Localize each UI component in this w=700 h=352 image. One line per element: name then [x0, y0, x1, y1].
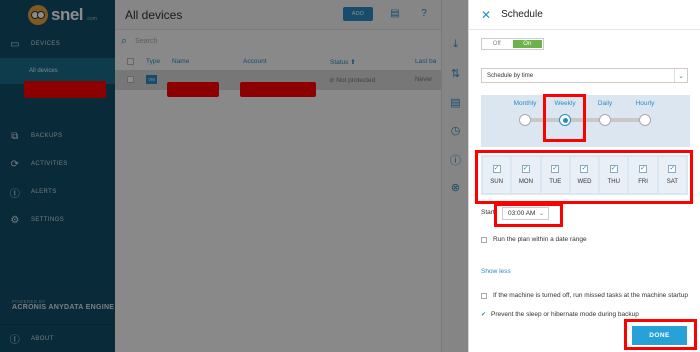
schedule-by-value: Schedule by time: [487, 72, 534, 79]
checkmark-icon[interactable]: ✔: [481, 311, 486, 318]
date-range-option[interactable]: Run the plan within a date range: [481, 236, 587, 243]
checkbox-checked-icon: [580, 164, 589, 173]
frequency-daily-label[interactable]: Daily: [598, 100, 612, 107]
day-label: FRI: [638, 179, 648, 185]
checkbox-checked-icon: [492, 164, 501, 173]
toggle-off[interactable]: Off: [482, 39, 512, 49]
checkbox-checked-icon: [609, 164, 618, 173]
checkbox-checked-icon: [551, 164, 560, 173]
schedule-by-select[interactable]: Schedule by time ⌄: [481, 68, 688, 83]
chevron-down-icon: ⌄: [538, 211, 544, 217]
day-label: WED: [577, 179, 592, 185]
frequency-hourly-label[interactable]: Hourly: [636, 100, 655, 107]
panel-header: ✕ Schedule: [469, 0, 700, 30]
frequency-monthly-radio[interactable]: [519, 114, 531, 126]
start-time-value: 03:00 AM: [508, 210, 536, 217]
frequency-weekly-radio[interactable]: [559, 114, 571, 126]
checkbox-checked-icon: [668, 164, 677, 173]
day-sat[interactable]: SAT: [658, 157, 686, 193]
schedule-toggle[interactable]: Off On: [481, 38, 544, 50]
toggle-on[interactable]: On: [512, 40, 542, 48]
frequency-track: [525, 118, 645, 122]
modal-overlay[interactable]: [0, 0, 468, 352]
date-range-label: Run the plan within a date range: [493, 236, 587, 243]
done-button[interactable]: DONE: [632, 326, 687, 345]
day-label: THU: [607, 179, 620, 185]
weekday-selector: SUN MON TUE WED THU FRI SAT: [481, 155, 688, 195]
frequency-selector: Monthly Weekly Daily Hourly: [481, 95, 690, 147]
frequency-daily-radio[interactable]: [599, 114, 611, 126]
day-wed[interactable]: WED: [570, 157, 599, 193]
panel-title: Schedule: [501, 9, 543, 20]
missed-tasks-label: If the machine is turned off, run missed…: [493, 292, 688, 299]
prevent-sleep-label: Prevent the sleep or hibernate mode duri…: [491, 311, 639, 318]
checkbox-checked-icon: [521, 164, 530, 173]
start-time-select[interactable]: 03:00 AM ⌄: [502, 207, 549, 220]
day-thu[interactable]: THU: [600, 157, 628, 193]
missed-tasks-checkbox[interactable]: [481, 293, 487, 299]
close-icon[interactable]: ✕: [481, 8, 491, 22]
prevent-sleep-option[interactable]: ✔ Prevent the sleep or hibernate mode du…: [481, 311, 639, 318]
day-fri[interactable]: FRI: [629, 157, 657, 193]
day-label: SUN: [490, 179, 503, 185]
missed-tasks-option[interactable]: If the machine is turned off, run missed…: [481, 292, 691, 300]
day-tue[interactable]: TUE: [541, 157, 569, 193]
frequency-weekly-label[interactable]: Weekly: [554, 100, 575, 107]
show-less-link[interactable]: Show less: [481, 268, 511, 275]
day-label: TUE: [549, 179, 562, 185]
day-label: SAT: [666, 179, 678, 185]
date-range-checkbox[interactable]: [481, 236, 487, 243]
chevron-down-icon: ⌄: [674, 69, 687, 82]
day-mon[interactable]: MON: [512, 157, 540, 193]
frequency-hourly-radio[interactable]: [639, 114, 651, 126]
checkbox-checked-icon: [639, 164, 648, 173]
day-sun[interactable]: SUN: [483, 157, 511, 193]
day-label: MON: [518, 179, 533, 185]
start-label: Start: [481, 209, 495, 216]
frequency-monthly-label[interactable]: Monthly: [514, 100, 537, 107]
schedule-panel: ✕ Schedule Off On Schedule by time ⌄ Mon…: [468, 0, 700, 352]
